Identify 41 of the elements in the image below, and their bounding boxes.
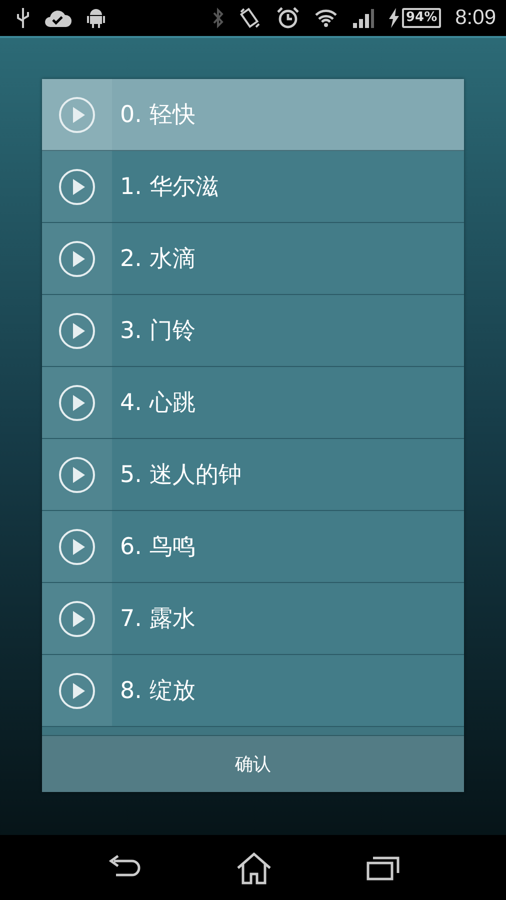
sound-list-item[interactable]: 6. 鸟鸣 bbox=[42, 511, 464, 583]
sound-list-item[interactable]: 5. 迷人的钟 bbox=[42, 439, 464, 511]
sound-name: 4. 心跳 bbox=[119, 389, 196, 418]
play-icon bbox=[58, 168, 96, 206]
alarm-clock-icon bbox=[276, 6, 300, 30]
sound-name: 1. 华尔滋 bbox=[119, 173, 218, 202]
sound-list-item[interactable]: 0. 轻快 bbox=[42, 79, 464, 151]
play-icon bbox=[58, 672, 96, 710]
wifi-icon bbox=[314, 7, 338, 29]
play-icon bbox=[58, 600, 96, 638]
sound-name: 6. 鸟鸣 bbox=[119, 533, 196, 562]
sound-name: 2. 水滴 bbox=[119, 245, 196, 274]
play-icon bbox=[58, 96, 96, 134]
play-icon bbox=[58, 456, 96, 494]
confirm-button[interactable]: 确认 bbox=[42, 735, 464, 792]
sound-list-item[interactable]: 2. 水滴 bbox=[42, 223, 464, 295]
battery-level: 94% bbox=[402, 8, 442, 28]
sound-list-item[interactable]: 4. 心跳 bbox=[42, 367, 464, 439]
charging-bolt-icon bbox=[388, 8, 400, 28]
home-icon[interactable] bbox=[234, 850, 273, 884]
sound-list-item[interactable]: 8. 绽放 bbox=[42, 655, 464, 727]
sound-list-item[interactable]: 7. 露水 bbox=[42, 583, 464, 655]
vibrate-icon bbox=[238, 6, 262, 30]
sound-name: 7. 露水 bbox=[119, 605, 196, 634]
sound-name: 0. 轻快 bbox=[119, 101, 196, 130]
play-icon bbox=[58, 240, 96, 278]
android-icon bbox=[86, 7, 106, 29]
sound-name: 5. 迷人的钟 bbox=[119, 461, 242, 490]
sound-name: 8. 绽放 bbox=[119, 677, 196, 706]
sound-name: 3. 门铃 bbox=[119, 317, 196, 346]
play-icon bbox=[58, 312, 96, 350]
play-icon bbox=[58, 384, 96, 422]
sound-list-item[interactable]: 3. 门铃 bbox=[42, 295, 464, 367]
clock-time: 8:09 bbox=[455, 6, 496, 30]
usb-icon bbox=[16, 7, 30, 29]
play-icon bbox=[58, 528, 96, 566]
recent-apps-icon[interactable] bbox=[366, 854, 400, 880]
signal-icon bbox=[352, 8, 374, 28]
cloud-check-icon bbox=[44, 8, 72, 28]
bluetooth-icon bbox=[212, 7, 224, 29]
sound-list-item[interactable]: 1. 华尔滋 bbox=[42, 151, 464, 223]
